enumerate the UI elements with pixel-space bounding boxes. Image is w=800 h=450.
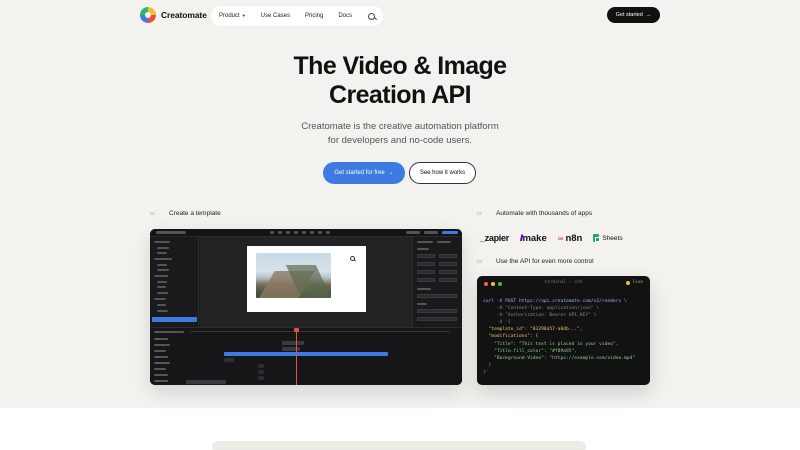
brand-name: Creatomate (161, 10, 207, 20)
step-label: Use the API for even more control (496, 258, 594, 265)
canvas-document (247, 246, 366, 312)
step-label: Create a template (169, 210, 221, 217)
code-line: } (483, 362, 492, 368)
code-line: curl -X POST https://api.creatomate.com/… (483, 299, 627, 304)
integration-logos: _zapier /// make ∞ n8n Sheets (480, 232, 660, 244)
make-logo: /// make (519, 232, 547, 244)
tab-strip (212, 441, 586, 450)
step-number: 02 (477, 211, 483, 216)
n8n-logo: ∞ n8n (557, 232, 583, 244)
editor-properties-panel (412, 237, 462, 327)
creatomate-logo-icon (140, 7, 156, 23)
timeline-playhead (294, 328, 299, 385)
step-automate: 02 Automate with thousands of apps (477, 210, 592, 217)
see-how-it-works-button[interactable]: See how it works (409, 162, 476, 184)
editor-timeline (150, 327, 462, 385)
get-started-free-button[interactable]: Get started for free → (323, 162, 405, 184)
step-number: 03 (477, 259, 483, 264)
live-icon (626, 280, 631, 285)
menu-item-product[interactable]: Product ▼ (219, 13, 246, 19)
arrow-right-icon: → (387, 170, 394, 176)
zoom-icon (350, 256, 355, 261)
code-line: -H "Content-Type: application/json" \ (483, 306, 600, 312)
step-create-template: 01 Create a template (150, 210, 221, 217)
top-nav: Creatomate Product ▼ Use Cases Pricing Do… (0, 6, 800, 26)
code-line: "Background-Video": "https://example.com… (483, 355, 636, 361)
code-line: -d '{ (483, 320, 511, 326)
editor-canvas (200, 237, 412, 327)
get-started-button[interactable]: Get started → (607, 7, 660, 23)
make-icon: /// (519, 233, 523, 243)
step-api: 03 Use the API for even more control (477, 258, 594, 265)
menu-item-pricing[interactable]: Pricing (305, 13, 323, 19)
template-editor-screenshot (150, 229, 462, 385)
code-line: "template_id": "03298a57-a04b...", (483, 327, 583, 333)
code-line: "Title": "This text is placed in your vi… (483, 341, 619, 347)
editor-layers-panel (150, 237, 199, 327)
step-label: Automate with thousands of apps (496, 210, 593, 217)
n8n-icon: ∞ (557, 233, 564, 243)
code-line: }' (483, 369, 489, 375)
brand-logo[interactable]: Creatomate (140, 7, 207, 23)
mountain-photo (256, 253, 331, 298)
chevron-down-icon: ▼ (241, 13, 246, 18)
main-menu: Product ▼ Use Cases Pricing Docs (211, 6, 384, 26)
sheets-icon (593, 234, 600, 242)
api-terminal: terminal — zsh live curl -X POST https:/… (477, 276, 650, 385)
code-line: -H "Authorization: Bearer API_KEY" \ (483, 313, 597, 319)
zapier-logo: _zapier (480, 233, 509, 243)
editor-toolbar (150, 229, 462, 237)
code-line: "modifications": { (483, 334, 539, 340)
live-indicator: live (626, 280, 643, 285)
menu-item-docs[interactable]: Docs (338, 13, 352, 19)
google-sheets-logo: Sheets (593, 234, 623, 242)
step-number: 01 (150, 211, 156, 216)
menu-item-use-cases[interactable]: Use Cases (261, 13, 290, 19)
hero-subtitle: Creatomate is the creative automation pl… (301, 121, 499, 146)
hero-title: The Video & Image Creation API (293, 52, 507, 109)
arrow-right-icon: → (645, 12, 652, 18)
code-line: "Title.fill_color": "#f89a95", (483, 348, 578, 354)
search-icon[interactable] (368, 12, 376, 20)
code-block: curl -X POST https://api.creatomate.com/… (483, 298, 635, 376)
terminal-title: terminal — zsh (544, 280, 583, 285)
